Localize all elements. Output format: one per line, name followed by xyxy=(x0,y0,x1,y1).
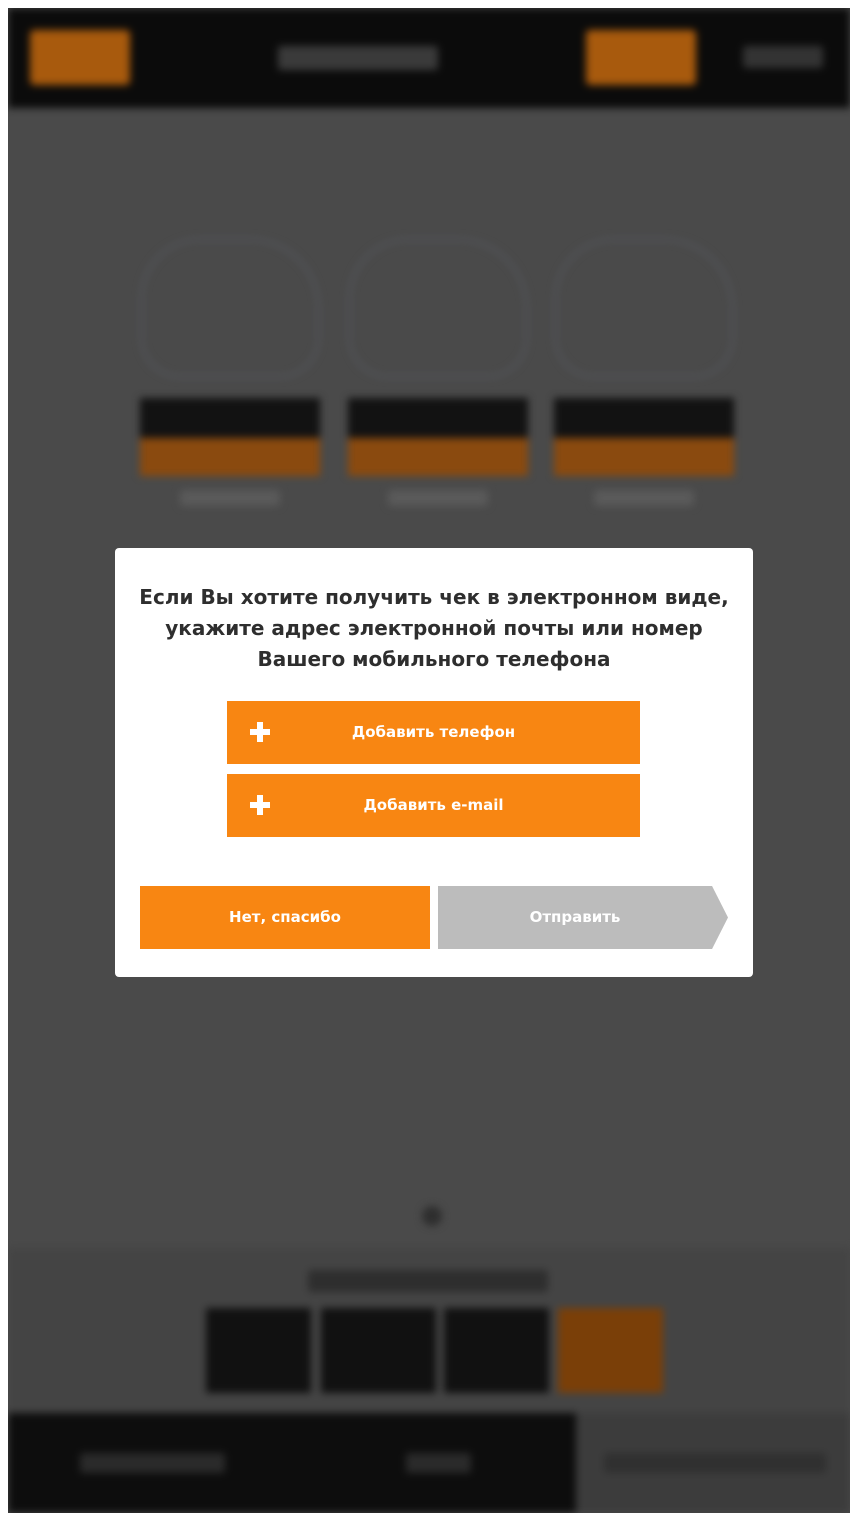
add-phone-button[interactable]: Добавить телефон xyxy=(227,701,640,764)
top-title-placeholder xyxy=(278,46,438,70)
keypad-key xyxy=(321,1308,436,1393)
product-add-strip xyxy=(140,438,320,476)
keypad-key xyxy=(444,1308,549,1393)
plus-icon xyxy=(250,795,270,815)
product-price-strip xyxy=(140,398,320,438)
keypad-key xyxy=(558,1308,663,1393)
plus-icon xyxy=(250,722,270,742)
product-caption xyxy=(594,490,694,506)
product-card xyxy=(348,238,528,538)
product-price-strip xyxy=(554,398,734,438)
app-screen: Если Вы хотите получить чек в электронно… xyxy=(8,8,850,1513)
product-logo xyxy=(140,238,320,378)
decline-button[interactable]: Нет, спасибо xyxy=(140,886,430,949)
product-card xyxy=(554,238,734,538)
electronic-receipt-dialog: Если Вы хотите получить чек в электронно… xyxy=(115,548,753,977)
add-email-button[interactable]: Добавить e-mail xyxy=(227,774,640,837)
product-price-strip xyxy=(348,398,528,438)
product-card xyxy=(140,238,320,538)
product-logo xyxy=(348,238,528,378)
dialog-message: Если Вы хотите получить чек в электронно… xyxy=(139,585,729,671)
product-add-strip xyxy=(348,438,528,476)
decline-label: Нет, спасибо xyxy=(229,908,341,926)
add-phone-label: Добавить телефон xyxy=(351,723,516,741)
order-total-placeholder xyxy=(308,1270,548,1292)
paging-indicator xyxy=(422,1206,442,1226)
top-right-text-placeholder xyxy=(743,46,823,68)
product-caption xyxy=(388,490,488,506)
bottom-bar-text-placeholder xyxy=(80,1453,225,1473)
product-add-strip xyxy=(554,438,734,476)
keypad-key xyxy=(206,1308,311,1393)
send-button[interactable]: Отправить xyxy=(438,886,728,949)
bottom-bar-text-placeholder xyxy=(604,1453,826,1473)
product-logo xyxy=(554,238,734,378)
top-left-button xyxy=(30,30,130,85)
bottom-bar-text-placeholder xyxy=(406,1453,471,1473)
send-label: Отправить xyxy=(529,908,621,926)
add-email-label: Добавить e-mail xyxy=(363,796,504,814)
top-right-button xyxy=(586,30,696,85)
product-caption xyxy=(180,490,280,506)
top-bar xyxy=(8,8,850,108)
